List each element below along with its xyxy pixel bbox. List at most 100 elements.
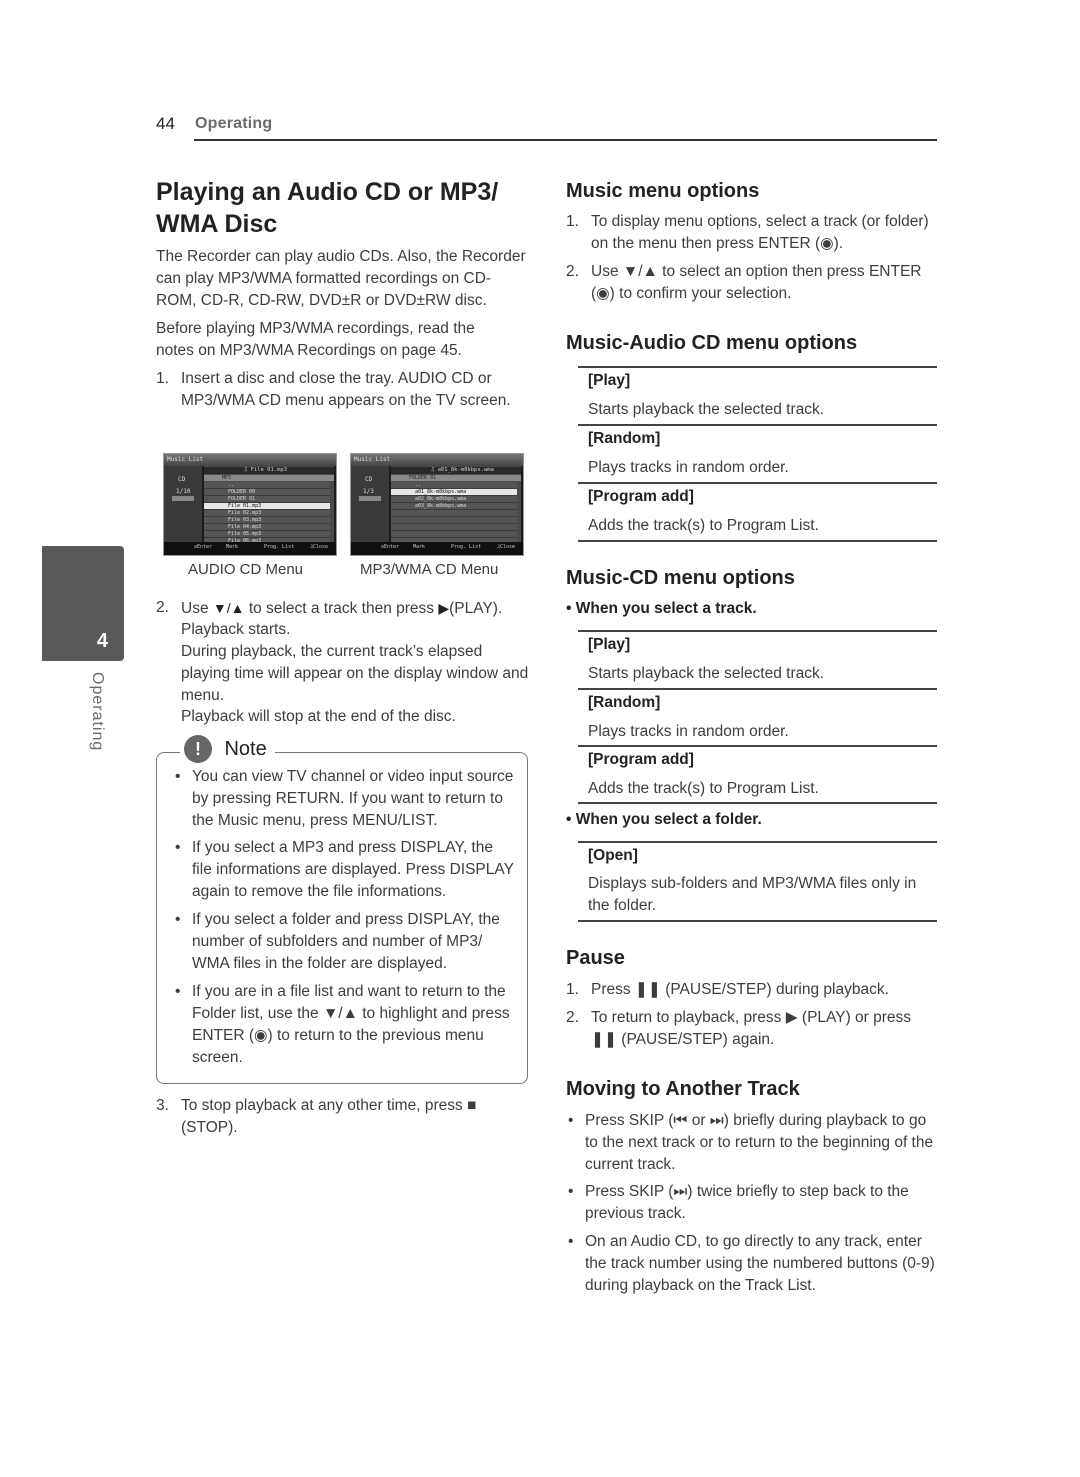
option-label: [Open]: [588, 847, 638, 864]
music-menu-step: Use ▼/▲ to select an option then press E…: [591, 263, 922, 302]
moving-item: • Press SKIP (⏭) twice briefly to step ba…: [568, 1183, 909, 1222]
option-label: [Program add]: [588, 751, 694, 768]
step-number: 1.: [566, 981, 579, 998]
screen-title: Music List: [351, 454, 523, 466]
file-list-row: File 02.mp3: [204, 510, 330, 517]
moving-item-text: On an Audio CD, to go directly to any tr…: [585, 1233, 935, 1294]
table-rule: [578, 424, 937, 426]
option-label: [Random]: [588, 430, 661, 447]
file-list-row: FOLDER 00: [204, 489, 330, 496]
option-desc: Plays tracks in random order.: [588, 723, 789, 740]
step-2-text-b: to select a track then press: [248, 600, 435, 617]
down-up-arrows-icon: ▼/▲: [212, 600, 245, 616]
note-item-text: If you select a MP3 and press DISPLAY, t…: [192, 839, 514, 900]
table-rule: [578, 630, 937, 632]
note-title: Note: [224, 737, 267, 760]
step-number: 2.: [566, 263, 579, 280]
footer-close: ♫Close: [310, 544, 329, 550]
header-rule: [194, 139, 937, 141]
option-desc: Plays tracks in random order.: [588, 459, 789, 476]
exclamation-icon: !: [184, 735, 212, 763]
chapter-label: Operating: [89, 672, 106, 752]
footer-prog-list: Prog. List: [264, 544, 295, 550]
option-desc: Starts playback the selected track.: [588, 665, 825, 682]
step-3-text: To stop playback at any other time, pres…: [181, 1097, 477, 1136]
step-number: 1.: [156, 370, 169, 387]
table-rule: [578, 745, 937, 747]
file-list: ♫ File 01.mp3 MP3 .. FOLDER 00 FOLDER 01 Fi…: [204, 466, 334, 545]
table-rule: [578, 920, 937, 922]
note-item: • If you select a folder and press DISPLA…: [175, 911, 500, 972]
option-desc: Adds the track(s) to Program List.: [588, 517, 819, 534]
step-number: 1.: [566, 213, 579, 230]
cd-menu-heading: Music-CD menu options: [566, 567, 795, 589]
note-header: ! Note: [180, 735, 275, 765]
step-number: 3.: [156, 1097, 169, 1114]
file-list-row: [391, 531, 517, 538]
file-list-row: File 04.mp3: [204, 524, 330, 531]
intro-paragraph: The Recorder can play audio CDs. Also, t…: [156, 248, 526, 309]
screen-footer: ⊙Enter Mark Prog. List ♫Close: [351, 542, 523, 555]
footer-enter: ⊙Enter: [194, 544, 213, 550]
step-number: 2.: [156, 599, 169, 616]
moving-item: • Press SKIP (⏮ or ⏭) briefly during play…: [568, 1112, 934, 1173]
current-path: MP3: [204, 475, 334, 481]
file-list-row: [391, 517, 517, 524]
moving-item-text: Press SKIP (⏭) twice briefly to step bac…: [585, 1183, 909, 1222]
file-list-row: FOLDER 01: [204, 496, 330, 503]
note-item-text: If you are in a file list and want to re…: [192, 983, 510, 1066]
file-list-row: ..: [391, 482, 517, 489]
current-path: FOLDER 01: [391, 475, 521, 481]
moving-heading: Moving to Another Track: [566, 1078, 800, 1100]
intro-paragraph-2: Before playing MP3/WMA recordings, read …: [156, 320, 475, 359]
folder-subheading: • When you select a folder.: [566, 811, 762, 828]
step-number: 2.: [566, 1009, 579, 1026]
chapter-tab: 4: [42, 546, 124, 661]
file-list-row: File 03.mp3: [204, 517, 330, 524]
pause-step: Press ❚❚ (PAUSE/STEP) during playback.: [591, 981, 889, 998]
track-count: 1/3: [363, 488, 374, 495]
section-title: Operating: [195, 115, 273, 132]
footer-close: ♫Close: [497, 544, 516, 550]
step-2-detail: Playback starts.: [181, 621, 291, 638]
track-subheading: • When you select a track.: [566, 600, 757, 617]
play-icon: ▶: [438, 600, 450, 616]
note-item-text: You can view TV channel or video input s…: [192, 768, 514, 829]
file-list-row: [391, 524, 517, 531]
step-2-text-c: (PLAY).: [449, 600, 503, 617]
screen-caption: AUDIO CD Menu: [188, 561, 304, 578]
page-title: Playing an Audio CD or MP3/ WMA Disc: [156, 178, 499, 238]
page-number: 44: [156, 114, 175, 133]
screen-side-panel: CD 1/3: [351, 466, 389, 542]
file-list-row: ..: [204, 482, 330, 489]
pause-heading: Pause: [566, 947, 625, 969]
footer-mark: Mark: [226, 544, 239, 550]
disc-type: CD: [178, 476, 186, 483]
option-label: [Program add]: [588, 488, 694, 505]
table-rule: [578, 688, 937, 690]
moving-item: • On an Audio CD, to go directly to any t…: [568, 1233, 935, 1294]
file-list-row: a01_8k-m8kbps.wma: [391, 489, 517, 496]
option-label: [Play]: [588, 636, 631, 653]
option-label: [Random]: [588, 694, 661, 711]
side-button: [172, 496, 194, 501]
table-rule: [578, 366, 937, 368]
track-count: 1/10: [176, 488, 191, 495]
table-rule: [578, 540, 937, 542]
note-item: • You can view TV channel or video input …: [175, 768, 514, 829]
now-playing: ♫ a01_8k-m8kbps.wma: [391, 467, 521, 474]
option-desc: Displays sub-folders and MP3/WMA files o…: [588, 875, 917, 914]
file-list-row: a02_8k-m8kbps.wma: [391, 496, 517, 503]
footer-enter: ⊙Enter: [381, 544, 400, 550]
screen-caption: MP3/WMA CD Menu: [360, 561, 499, 578]
option-desc: Starts playback the selected track.: [588, 401, 825, 418]
footer-mark: Mark: [413, 544, 426, 550]
music-menu-heading: Music menu options: [566, 180, 760, 202]
step-1-text: Insert a disc and close the tray. AUDIO …: [181, 370, 511, 409]
screen-side-panel: CD 1/10: [164, 466, 202, 542]
note-item-text: If you select a folder and press DISPLAY…: [192, 911, 500, 972]
now-playing: ♫ File 01.mp3: [204, 467, 334, 474]
file-list-row: [391, 510, 517, 517]
file-list-row: File 05.mp3: [204, 531, 330, 538]
pause-step: To return to playback, press ▶ (PLAY) or…: [591, 1009, 912, 1048]
